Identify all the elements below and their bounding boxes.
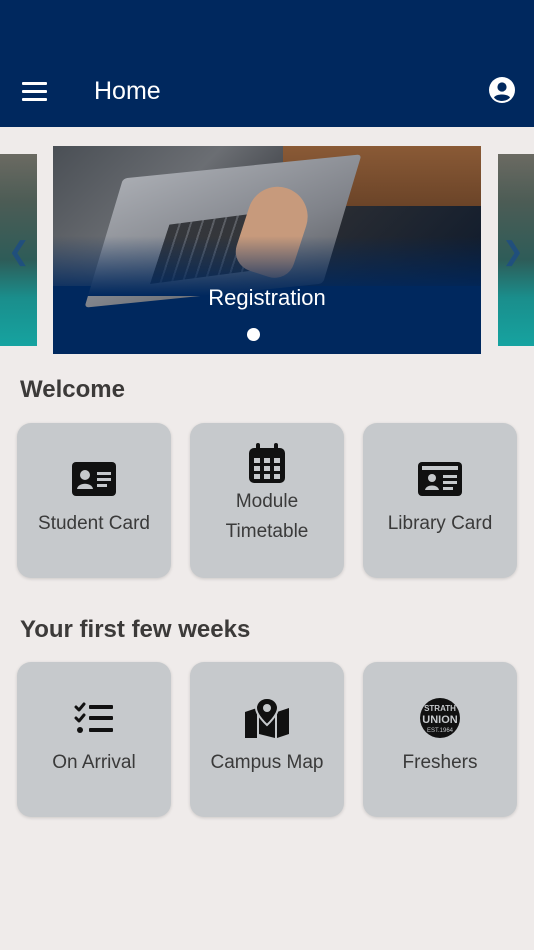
checklist-icon bbox=[71, 698, 117, 738]
svg-text:EST.1964: EST.1964 bbox=[427, 728, 454, 734]
freshers-tile[interactable]: STRATH UNION EST.1964 Freshers bbox=[363, 662, 517, 817]
app-bar: Home bbox=[0, 0, 534, 127]
account-circle-icon[interactable] bbox=[488, 76, 516, 104]
tile-label: Campus Map bbox=[210, 752, 324, 773]
page-title: Home bbox=[94, 77, 161, 105]
section-title-welcome: Welcome bbox=[20, 376, 125, 403]
module-timetable-tile[interactable]: Module Timetable bbox=[190, 423, 344, 578]
library-card-icon bbox=[417, 459, 463, 499]
carousel[interactable]: ❮ Registration ❯ bbox=[0, 146, 534, 354]
svg-text:STRATH: STRATH bbox=[424, 704, 456, 713]
carousel-next-slide[interactable]: ❯ bbox=[498, 154, 534, 346]
svg-text:UNION: UNION bbox=[422, 714, 458, 726]
on-arrival-tile[interactable]: On Arrival bbox=[17, 662, 171, 817]
tile-label: Freshers bbox=[402, 752, 478, 773]
student-card-tile[interactable]: Student Card bbox=[17, 423, 171, 578]
map-pin-icon bbox=[244, 698, 290, 738]
tile-label: On Arrival bbox=[52, 752, 136, 773]
library-card-tile[interactable]: Library Card bbox=[363, 423, 517, 578]
strath-union-logo: STRATH UNION EST.1964 bbox=[417, 698, 463, 738]
carousel-slide-registration[interactable]: Registration bbox=[53, 146, 481, 354]
tile-label: Library Card bbox=[387, 513, 493, 534]
tile-label: Module Timetable bbox=[225, 491, 309, 542]
campus-map-tile[interactable]: Campus Map bbox=[190, 662, 344, 817]
menu-icon[interactable] bbox=[22, 78, 52, 104]
calendar-icon bbox=[244, 443, 290, 483]
carousel-prev-slide[interactable]: ❮ bbox=[0, 154, 37, 346]
slide-caption: Registration bbox=[208, 285, 326, 310]
id-card-icon bbox=[71, 459, 117, 499]
carousel-indicator-dot[interactable] bbox=[247, 328, 260, 341]
chevron-left-icon: ❮ bbox=[8, 236, 30, 266]
section-title-first-weeks: Your first few weeks bbox=[20, 616, 251, 643]
tile-label: Student Card bbox=[38, 513, 150, 534]
chevron-right-icon: ❯ bbox=[502, 236, 524, 266]
